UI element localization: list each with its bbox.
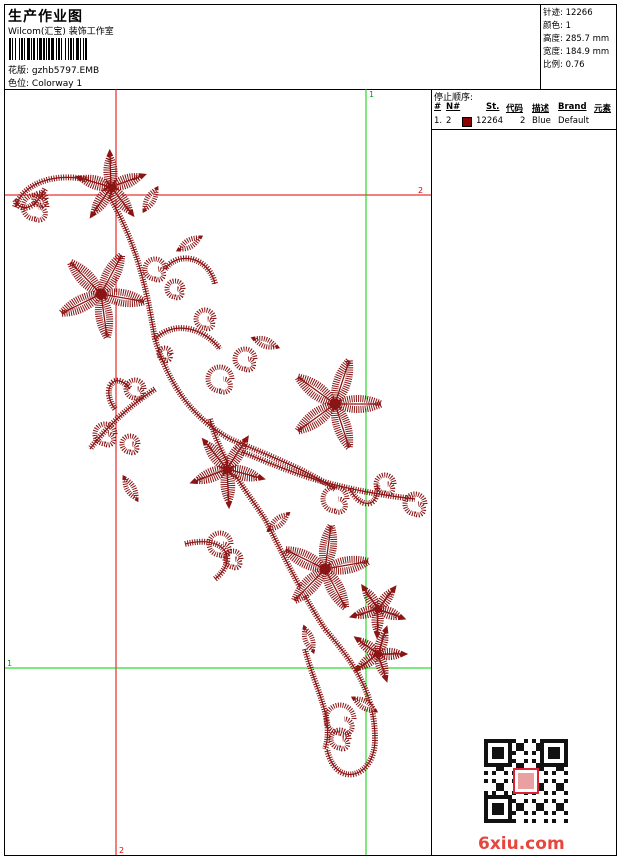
curl-3 <box>142 256 168 283</box>
stat-colors: 颜色: 1 <box>543 21 571 31</box>
leaf-3 <box>250 335 281 350</box>
file-name: gzhb5797.EMB <box>31 66 100 76</box>
stop-table-header: # N# St. 代码 描述 Brand 元素 <box>432 102 616 114</box>
curl-10 <box>119 433 141 456</box>
flower-center-2 <box>95 288 107 300</box>
stat-height: 高度: 285.7 mm <box>543 34 610 44</box>
guide-label-h2: 2 <box>418 186 423 195</box>
curl-18 <box>156 345 174 364</box>
colorway-name: Colorway 1 <box>31 79 83 89</box>
curl-7 <box>164 278 186 301</box>
curl-6 <box>232 346 258 373</box>
row-code: 2 <box>520 116 526 126</box>
embroidery-design: 1 2 1 2 <box>5 89 431 855</box>
curl-12 <box>320 484 350 515</box>
leaf-1 <box>142 185 159 214</box>
stat-scale: 比例: 0.76 <box>543 60 585 70</box>
vine-core-8 <box>234 448 416 500</box>
barcode <box>9 38 87 60</box>
vine-core-10 <box>184 541 228 580</box>
file-label: 花版: <box>8 66 30 76</box>
row-desc: Blue <box>532 116 551 126</box>
header: 生产作业图 Wilcom(汇宝) 装饰工作室 花版: gzhb5797.EMB … <box>5 5 616 90</box>
file-line: 花版: gzhb5797.EMB <box>8 63 99 76</box>
guide-label-h1: 1 <box>7 659 12 668</box>
design-canvas: 1 2 1 2 <box>5 89 432 855</box>
col-element: 元素 <box>594 104 612 114</box>
production-worksheet: 生产作业图 Wilcom(汇宝) 装饰工作室 花版: gzhb5797.EMB … <box>4 4 617 856</box>
flower-center-4 <box>223 465 231 473</box>
vine-stem-8 <box>233 446 416 502</box>
flower-center-5 <box>319 563 331 575</box>
qr-code <box>484 739 568 823</box>
floral-embroidery <box>12 148 428 778</box>
col-st: St. <box>486 102 500 112</box>
colorway-label: 色位: <box>8 79 30 89</box>
row-index: 1. <box>434 116 443 126</box>
watermark-logo: 6xiu.com <box>478 834 565 854</box>
leaf-5 <box>266 511 291 532</box>
vine-stem-11 <box>302 648 331 750</box>
colorway-line: 色位: Colorway 1 <box>8 76 82 89</box>
col-hash: # <box>434 102 442 112</box>
stats-box: 针迹: 12266 颜色: 1 高度: 285.7 mm 宽度: 184.9 m… <box>540 5 617 89</box>
col-desc: 描述 <box>532 104 550 114</box>
stop-table-row: 1. 2 12264 2 Blue Default <box>432 116 616 127</box>
flower-center-1 <box>107 183 115 191</box>
flower-center-6 <box>375 606 381 612</box>
header-info: 生产作业图 Wilcom(汇宝) 装饰工作室 花版: gzhb5797.EMB … <box>8 6 538 89</box>
stat-width: 宽度: 184.9 mm <box>543 47 610 57</box>
stat-stitches: 针迹: 12266 <box>543 8 593 18</box>
vine-stem-7 <box>322 627 379 778</box>
color-swatch <box>462 117 472 127</box>
flower-center-3 <box>329 398 341 410</box>
curl-8 <box>193 307 217 332</box>
page-title: 生产作业图 <box>8 9 83 25</box>
stop-sequence-panel: 停止顺序: # N# St. 代码 描述 Brand 元素 1. 2 12264… <box>432 89 616 855</box>
guide-label-v2: 2 <box>119 846 124 855</box>
leaf-6 <box>301 624 316 655</box>
studio-name: Wilcom(汇宝) 装饰工作室 <box>8 27 114 37</box>
col-n: N# <box>446 102 461 112</box>
panel-divider <box>432 129 616 130</box>
col-brand: Brand <box>558 102 587 112</box>
leaf-2 <box>175 235 204 252</box>
flower-center-7 <box>375 651 381 657</box>
guide-label-v1: 1 <box>369 90 374 99</box>
row-brand: Default <box>558 116 590 126</box>
curl-13 <box>206 530 234 559</box>
row-n: 2 <box>446 116 452 126</box>
curl-16 <box>328 727 352 752</box>
vine-core-7 <box>324 628 376 776</box>
curl-5 <box>205 364 235 395</box>
leaf-4 <box>122 474 139 503</box>
curl-14 <box>222 548 244 571</box>
col-code: 代码 <box>506 104 524 114</box>
row-stitches: 12264 <box>476 116 504 126</box>
